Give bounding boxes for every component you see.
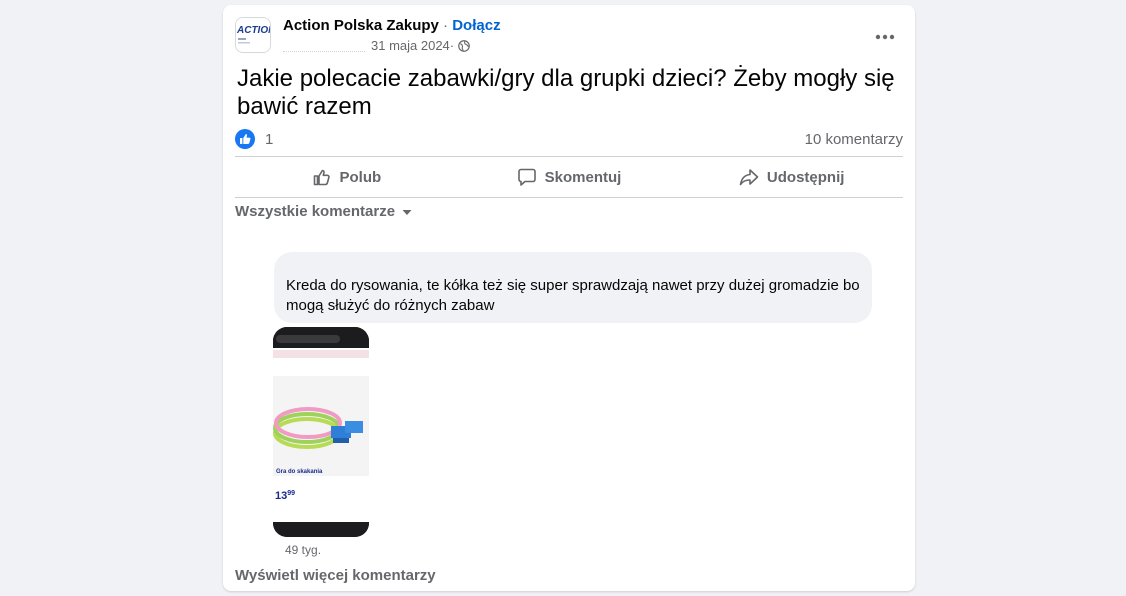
share-button[interactable]: Udostępnij	[680, 157, 903, 197]
chevron-down-icon	[402, 209, 412, 215]
post-text: Jakie polecacie zabawki/gry dla grupki d…	[237, 65, 895, 120]
more-options-button[interactable]	[867, 19, 903, 55]
comment-bubble: Kreda do rysowania, te kółka też się sup…	[274, 252, 872, 323]
comment-filter-dropdown[interactable]: Wszystkie komentarze	[235, 203, 413, 220]
globe-icon	[458, 40, 470, 52]
join-group-link[interactable]: Dołącz	[452, 17, 500, 34]
comment-text: Kreda do rysowania, te kółka też się sup…	[286, 277, 860, 314]
phone-nav-bar	[273, 522, 369, 537]
product-rings-image	[273, 376, 369, 476]
post-card: ACTION Action Polska Zakupy · Dołącz 31 …	[223, 5, 915, 591]
product-price: 1399	[275, 490, 295, 502]
post-action-bar: Polub Skomentuj Udostępnij	[235, 157, 903, 197]
comment-button[interactable]: Skomentuj	[458, 157, 681, 197]
comment-attachment-image[interactable]: Gra do skakania 1399	[273, 327, 369, 537]
like-label: Polub	[339, 168, 382, 186]
share-label: Udostępnij	[766, 168, 845, 186]
post-date[interactable]: 31 maja 2024	[371, 37, 450, 55]
product-title: Gra do skakania	[276, 469, 323, 475]
phone-alert-strip	[273, 350, 369, 358]
more-options-icon	[875, 34, 895, 40]
group-line: Action Polska Zakupy · Dołącz	[283, 16, 501, 36]
separator-dot: ·	[438, 17, 453, 34]
divider-bottom	[235, 197, 903, 198]
share-icon	[739, 169, 759, 186]
phone-browser-bar	[273, 327, 369, 348]
phone-url-bar	[276, 335, 340, 343]
price-main: 13	[275, 490, 288, 502]
like-reaction-icon	[235, 129, 255, 149]
group-avatar[interactable]: ACTION	[235, 17, 271, 53]
date-separator: ·	[449, 38, 455, 53]
comment-icon	[517, 168, 536, 186]
price-cents: 99	[287, 490, 296, 497]
post-meta: 31 maja 2024 ·	[283, 37, 470, 55]
group-name-link[interactable]: Action Polska Zakupy	[283, 17, 439, 34]
comment-count-link[interactable]: 10 komentarzy	[805, 131, 903, 148]
view-more-comments-link[interactable]: Wyświetl więcej komentarzy	[235, 567, 436, 584]
action-logo-icon: ACTION	[236, 18, 271, 52]
author-name-redacted	[283, 40, 365, 52]
comment-timestamp[interactable]: 49 tyg.	[285, 543, 321, 557]
svg-text:ACTION: ACTION	[236, 25, 271, 36]
like-button[interactable]: Polub	[235, 157, 458, 197]
comment-filter-label: Wszystkie komentarze	[235, 203, 396, 220]
reaction-count: 1	[265, 130, 274, 148]
comment-label: Skomentuj	[544, 168, 622, 186]
thumbs-up-icon	[313, 169, 330, 186]
reaction-summary[interactable]: 1	[235, 129, 273, 149]
